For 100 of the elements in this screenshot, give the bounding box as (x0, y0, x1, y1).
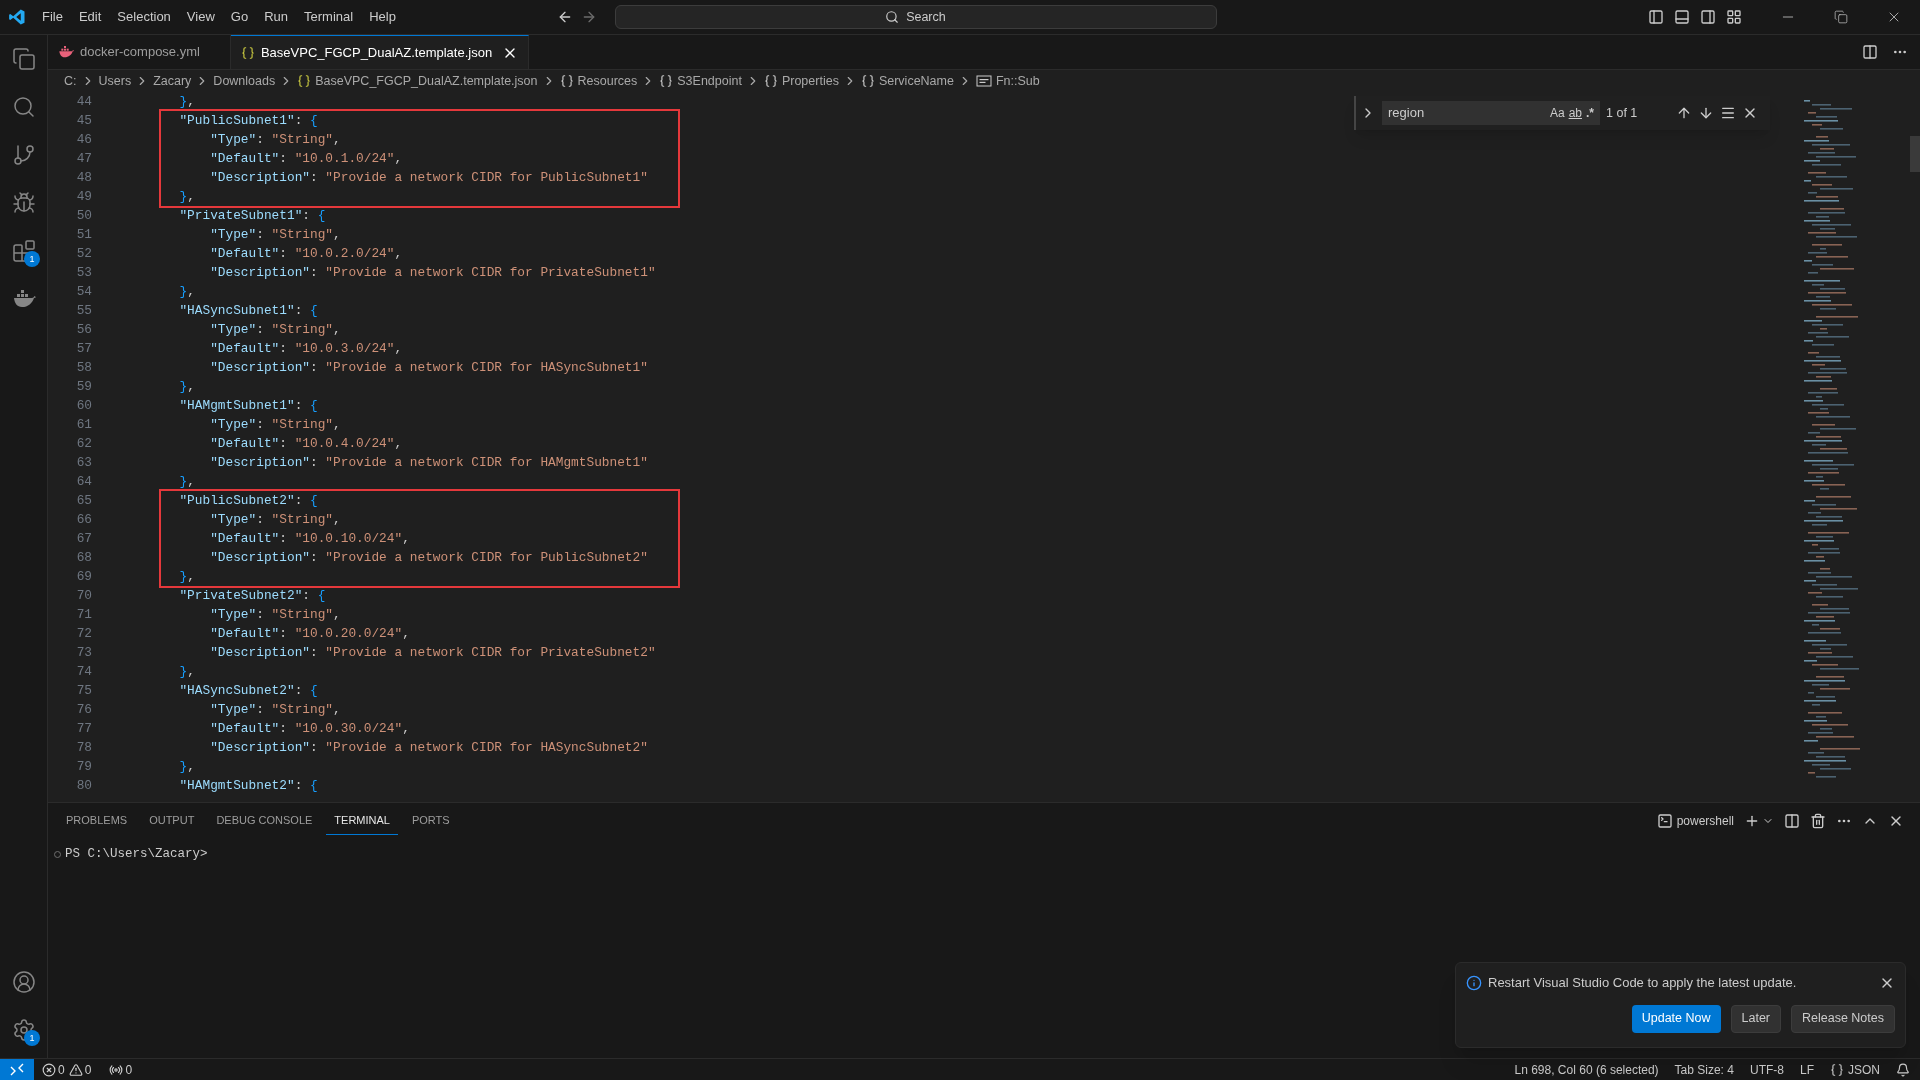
line-number: 71 (75, 606, 92, 624)
breadcrumb-item[interactable]: Users (98, 71, 132, 91)
code-line: }, (178, 758, 195, 776)
secondary-sidebar-icon[interactable] (1700, 9, 1716, 25)
blocks-icon[interactable] (12, 239, 36, 263)
panel-toggle-icon[interactable] (1674, 9, 1690, 25)
breadcrumb-item[interactable]: Resources (577, 71, 638, 91)
panel-tab[interactable]: PROBLEMS (58, 807, 136, 835)
split-editor-icon[interactable] (1862, 44, 1878, 60)
menu-item[interactable]: View (178, 7, 223, 27)
notification-button[interactable]: Update Now (1631, 1004, 1721, 1033)
ports-count[interactable]: 0 (125, 1060, 133, 1079)
braces-icon (240, 45, 255, 60)
next-match-icon[interactable] (1698, 105, 1714, 121)
sidebar-toggle-icon[interactable] (1648, 9, 1664, 25)
app-logo-icon[interactable] (8, 8, 26, 26)
line-number: 61 (75, 416, 92, 434)
line-number: 52 (75, 245, 92, 263)
code-line: }, (178, 568, 195, 586)
line-number: 70 (75, 587, 92, 605)
error-count[interactable]: 0 (58, 1060, 65, 1079)
breadcrumb-item[interactable]: Downloads (213, 71, 276, 91)
panel-tab[interactable]: PORTS (403, 807, 458, 835)
branch-icon[interactable] (12, 143, 36, 167)
breadcrumb-item[interactable]: Properties (781, 71, 839, 91)
line-number: 78 (75, 739, 92, 757)
trash-icon[interactable] (1810, 813, 1826, 829)
menu-item[interactable]: Go (222, 7, 257, 27)
find-in-selection-icon[interactable] (1720, 105, 1736, 121)
editor-tab[interactable]: BaseVPC_FGCP_DualAZ.template.json (230, 35, 530, 69)
notification-button[interactable]: Release Notes (1791, 1004, 1895, 1033)
status-item[interactable]: UTF-8 (1749, 1060, 1784, 1079)
menu-item[interactable]: Help (361, 7, 404, 27)
search-field[interactable]: Search (614, 5, 1217, 29)
line-number: 75 (75, 682, 92, 700)
line-number: 73 (75, 644, 92, 662)
settings-icon[interactable] (12, 1018, 36, 1042)
line-number: 80 (75, 777, 92, 795)
line-number: 76 (75, 701, 92, 719)
remote-button[interactable] (0, 1059, 34, 1080)
status-item[interactable]: Tab Size: 4 (1674, 1060, 1734, 1079)
line-number: 47 (75, 150, 92, 168)
breadcrumb-item[interactable]: ServiceName (878, 71, 954, 91)
line-number: 48 (75, 169, 92, 187)
panel-tab[interactable]: OUTPUT (141, 807, 203, 835)
code-line: "Default": "10.0.10.0/24", (209, 530, 410, 548)
previous-match-icon[interactable] (1676, 105, 1692, 121)
scrollbar-thumb[interactable] (1910, 136, 1920, 172)
bell-icon[interactable] (1896, 1062, 1910, 1077)
find-field[interactable]: region Aa ab .* (1382, 101, 1600, 125)
menu-item[interactable]: Run (256, 7, 296, 27)
regex-toggle[interactable]: .* (1584, 104, 1596, 122)
bug-icon[interactable] (12, 191, 36, 215)
warning-icon (68, 1062, 83, 1077)
breadcrumb-item[interactable]: S3Endpoint (677, 71, 742, 91)
code-line: "Default": "10.0.1.0/24", (209, 150, 403, 168)
account-icon[interactable] (12, 970, 36, 994)
code-line: "HAMgmtSubnet2": { (178, 777, 318, 795)
string-icon (975, 75, 992, 87)
split-terminal-icon[interactable] (1784, 813, 1800, 829)
code-line: "HAMgmtSubnet1": { (178, 397, 318, 415)
status-item[interactable]: JSON (1848, 1060, 1880, 1079)
files-icon[interactable] (12, 47, 36, 71)
match-count: 1 of 1 (1606, 104, 1639, 122)
status-item[interactable]: Ln 698, Col 60 (6 selected) (1514, 1060, 1659, 1079)
menu-item[interactable]: Selection (109, 7, 179, 27)
line-number: 60 (75, 397, 92, 415)
line-number: 56 (75, 321, 92, 339)
code-line: "Description": "Provide a network CIDR for PublicSubnet1" (209, 169, 648, 187)
plus-icon[interactable] (1744, 813, 1760, 829)
panel-tab[interactable]: TERMINAL (326, 807, 398, 835)
code-line: "Description": "Provide a network CIDR for HASyncSubnet2" (209, 739, 648, 757)
layout-icon[interactable] (1726, 9, 1742, 25)
braces-icon (860, 74, 875, 88)
breadcrumb-item[interactable]: Zacary (153, 71, 192, 91)
breadcrumb-item[interactable]: Fn::Sub (995, 71, 1040, 91)
warning-count[interactable]: 0 (84, 1060, 92, 1079)
breadcrumb-item[interactable]: C: (64, 71, 77, 91)
code-line: "Type": "String", (209, 131, 341, 149)
code-line: }, (178, 93, 195, 111)
search-icon[interactable] (12, 95, 36, 119)
line-number: 58 (75, 359, 92, 377)
match-case-toggle[interactable]: Aa (1547, 104, 1567, 122)
line-number: 46 (75, 131, 92, 149)
code-line: "Type": "String", (209, 416, 341, 434)
menu-item[interactable]: Edit (70, 7, 110, 27)
code-line: }, (178, 473, 195, 491)
menu-item[interactable]: Terminal (296, 7, 362, 27)
search-icon (884, 10, 899, 24)
terminal-name[interactable]: powershell (1676, 812, 1734, 830)
restore-icon[interactable] (1834, 10, 1848, 24)
status-item[interactable]: LF (1799, 1060, 1814, 1079)
notification-button[interactable]: Later (1730, 1004, 1781, 1033)
breadcrumb-item[interactable]: BaseVPC_FGCP_DualAZ.template.json (315, 71, 538, 91)
panel-tab[interactable]: DEBUG CONSOLE (208, 807, 321, 835)
whole-word-toggle[interactable]: ab (1566, 104, 1584, 122)
menu-item[interactable]: File (34, 7, 71, 27)
code-line: "Default": "10.0.30.0/24", (209, 720, 410, 738)
code-line: "PublicSubnet2": { (178, 492, 318, 510)
braces-icon (1830, 1062, 1844, 1077)
